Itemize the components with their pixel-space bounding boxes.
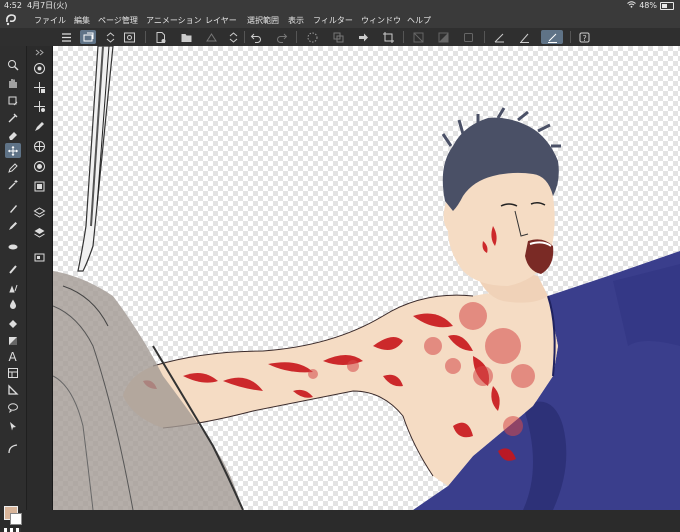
text-icon[interactable]: A xyxy=(5,348,21,363)
rotate-icon[interactable] xyxy=(5,93,21,108)
frame-icon[interactable] xyxy=(5,365,21,380)
undo-icon[interactable] xyxy=(248,30,264,44)
toolbar-divider xyxy=(244,31,245,43)
move-icon[interactable] xyxy=(5,143,21,158)
updown-icon[interactable] xyxy=(102,30,118,44)
blend-icon[interactable] xyxy=(5,238,21,253)
toolbar-divider xyxy=(403,31,404,43)
new-file-icon[interactable] xyxy=(152,30,168,44)
snap-ruler-icon[interactable] xyxy=(491,30,507,44)
move-layer-icon[interactable] xyxy=(31,79,48,96)
tool-palette: A xyxy=(0,46,27,532)
menu-bar: ファイル 編集 ページ管理 アニメーション レイヤー 選択範囲 表示 フィルター… xyxy=(0,11,680,28)
clip-studio-logo-icon[interactable] xyxy=(4,13,18,26)
toolbar-divider xyxy=(484,31,485,43)
menu-selection[interactable]: 選択範囲 xyxy=(247,15,279,26)
fill-icon[interactable] xyxy=(5,316,21,331)
open-folder-icon[interactable] xyxy=(178,30,194,44)
pen-tool-icon[interactable] xyxy=(31,118,48,135)
balloon-icon[interactable] xyxy=(5,400,21,415)
command-bar: ? xyxy=(0,28,680,47)
toolbar-divider xyxy=(145,31,146,43)
menu-filter[interactable]: フィルター xyxy=(313,15,353,26)
object-move-icon[interactable] xyxy=(31,98,48,115)
pen-icon[interactable] xyxy=(5,160,21,175)
collapse-chevron-icon[interactable] xyxy=(31,44,48,61)
menu-animation[interactable]: アニメーション xyxy=(146,15,202,26)
grid-icon[interactable] xyxy=(31,138,48,155)
eye-icon[interactable] xyxy=(121,30,137,44)
redo-icon[interactable] xyxy=(273,30,289,44)
updown-icon[interactable] xyxy=(225,30,241,44)
clear-icon[interactable] xyxy=(460,30,476,44)
menu-icon[interactable] xyxy=(58,30,74,44)
invert-icon[interactable] xyxy=(410,30,426,44)
magic-wand-icon[interactable] xyxy=(5,177,21,192)
wifi-icon xyxy=(627,0,637,11)
eyedropper-icon[interactable] xyxy=(5,110,21,125)
status-time: 4:52 xyxy=(4,1,22,10)
sub-color-swatch[interactable] xyxy=(10,513,22,525)
ruler-icon[interactable] xyxy=(5,382,21,397)
status-bar: 4:52 4月7日(火) 48% xyxy=(0,0,680,11)
airbrush-icon[interactable] xyxy=(5,261,21,276)
select-icon[interactable] xyxy=(5,418,21,433)
crop-icon[interactable] xyxy=(380,30,396,44)
canvas-icon[interactable] xyxy=(31,178,48,195)
save-icon[interactable] xyxy=(203,30,219,44)
svg-text:?: ? xyxy=(582,34,586,43)
menu-help[interactable]: ヘルプ xyxy=(407,15,431,26)
battery-percent: 48% xyxy=(639,1,657,10)
loading-icon[interactable] xyxy=(304,30,320,44)
layers-icon[interactable] xyxy=(31,204,48,221)
drawing-canvas[interactable] xyxy=(53,46,680,510)
gradient-icon[interactable] xyxy=(5,333,21,348)
snap-brush-icon[interactable] xyxy=(516,30,532,44)
sub-tool-palette xyxy=(27,46,53,510)
status-right: 48% xyxy=(627,0,674,11)
menu-edit[interactable]: 編集 xyxy=(74,15,90,26)
curve-icon[interactable] xyxy=(5,441,21,456)
fill-icon[interactable] xyxy=(435,30,451,44)
layer-move-icon[interactable] xyxy=(80,30,96,44)
status-date: 4月7日(火) xyxy=(27,1,68,10)
menu-layer[interactable]: レイヤー xyxy=(205,15,237,26)
help-icon[interactable]: ? xyxy=(576,30,592,44)
watercolor-icon[interactable] xyxy=(5,279,21,294)
toolbar-divider xyxy=(570,31,571,43)
snap-line-icon[interactable] xyxy=(541,30,563,44)
battery-level xyxy=(662,3,667,8)
menu-window[interactable]: ウィンドウ xyxy=(361,15,401,26)
artwork-illustration xyxy=(53,46,680,510)
eraser-icon[interactable] xyxy=(5,127,21,142)
hand-icon[interactable] xyxy=(5,75,21,90)
transparent-color-swatch[interactable] xyxy=(4,528,21,532)
brush-icon[interactable] xyxy=(5,201,21,216)
transform-icon[interactable] xyxy=(355,30,371,44)
palette-icon[interactable] xyxy=(31,158,48,175)
navigator-icon[interactable] xyxy=(31,249,48,266)
toolbar-divider xyxy=(296,31,297,43)
droplet-icon[interactable] xyxy=(5,296,21,311)
copy-icon[interactable] xyxy=(330,30,346,44)
circle-target-icon[interactable] xyxy=(31,60,48,77)
menu-page[interactable]: ページ管理 xyxy=(98,15,138,26)
menu-file[interactable]: ファイル xyxy=(34,15,66,26)
battery-icon xyxy=(660,1,674,10)
pencil-icon[interactable] xyxy=(5,218,21,233)
layer-stack-icon[interactable] xyxy=(31,224,48,241)
svg-text:A: A xyxy=(9,350,18,362)
menu-view[interactable]: 表示 xyxy=(288,15,304,26)
zoom-icon[interactable] xyxy=(5,57,21,72)
